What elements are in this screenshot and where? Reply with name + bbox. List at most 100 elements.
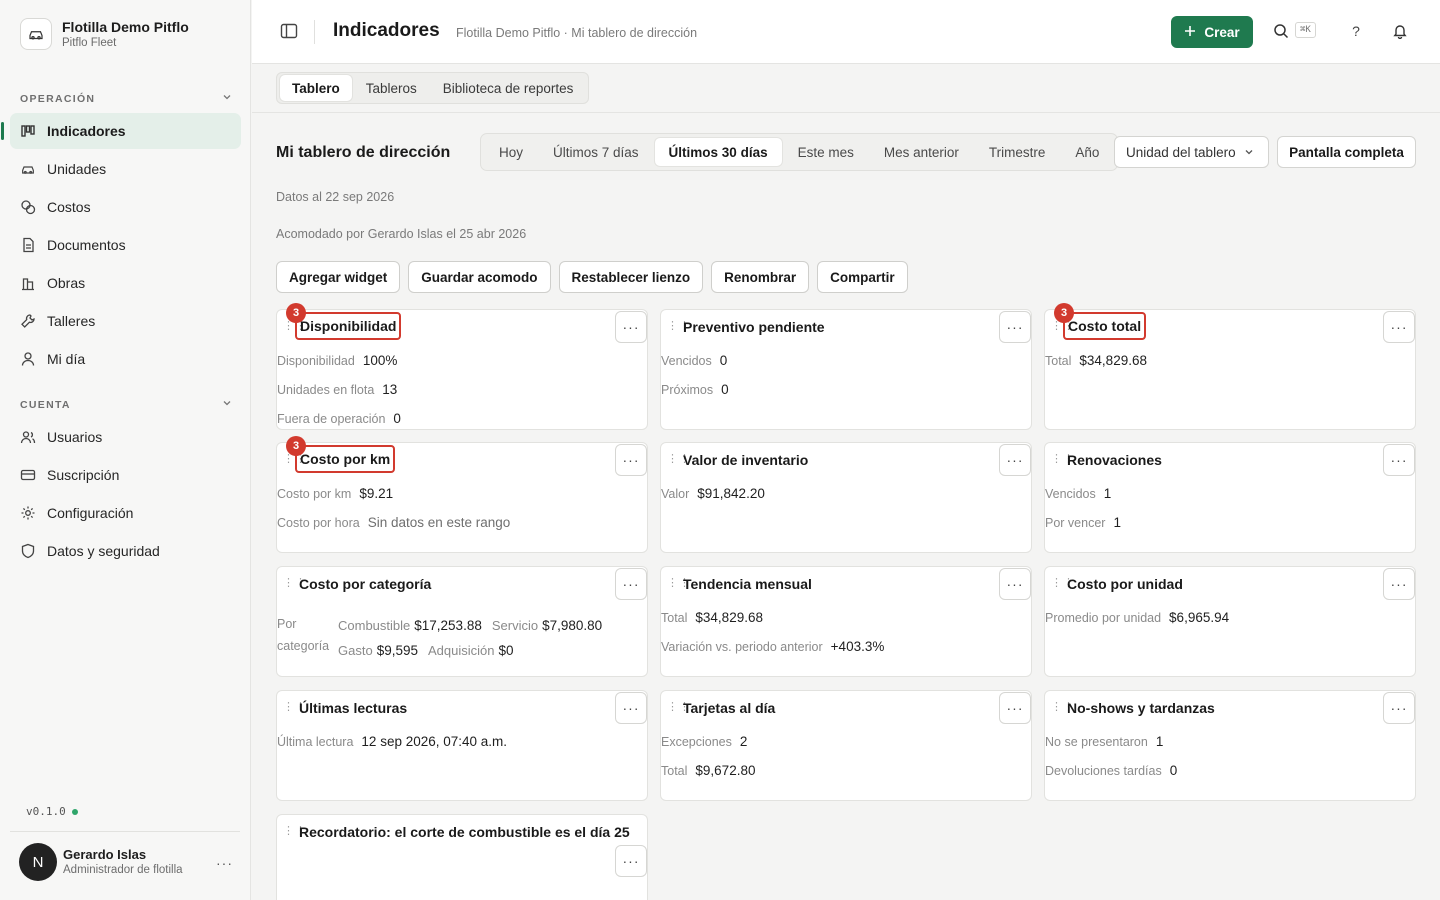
sidebar-item-usuarios[interactable]: Usuarios <box>10 419 241 455</box>
metric-row: Última lectura 12 sep 2026, 07:40 a.m. <box>277 734 507 749</box>
drag-handle-icon[interactable]: ⋮⋮ <box>283 454 306 465</box>
sidebar: Flotilla Demo Pitflo Pitflo Fleet OPERAC… <box>0 0 251 900</box>
more-icon[interactable]: ··· <box>216 855 233 871</box>
metric-value: +403.3% <box>830 639 885 654</box>
sidebar-item-suscripcion[interactable]: Suscripción <box>10 457 241 493</box>
more-icon[interactable]: ··· <box>615 845 647 877</box>
metric-row: Valor $91,842.20 <box>661 486 765 501</box>
more-icon[interactable]: ··· <box>1383 568 1415 600</box>
more-icon[interactable]: ··· <box>615 568 647 600</box>
section-operation[interactable]: OPERACIÓN <box>20 92 232 105</box>
tab-biblioteca-reportes[interactable]: Biblioteca de reportes <box>431 75 586 101</box>
save-layout-button[interactable]: Guardar acomodo <box>408 261 551 293</box>
widget-costo-categoria: ⋮⋮ Costo por categoría ··· Por categoría… <box>276 566 648 677</box>
range-este-mes[interactable]: Este mes <box>784 138 868 166</box>
page-title: Indicadores <box>333 20 440 41</box>
org-switcher[interactable]: Flotilla Demo Pitflo Pitflo Fleet <box>20 18 189 50</box>
more-icon[interactable]: ··· <box>1383 444 1415 476</box>
sidebar-item-datos-seguridad[interactable]: Datos y seguridad <box>10 533 241 569</box>
gear-icon <box>20 505 36 521</box>
drag-handle-icon[interactable]: ⋮⋮ <box>283 578 306 589</box>
range-trimestre[interactable]: Trimestre <box>975 138 1060 166</box>
building-icon <box>20 275 36 291</box>
metric-row: Vencidos 0 <box>661 353 727 368</box>
car-icon <box>20 161 36 177</box>
metric-label: Por vencer <box>1045 516 1106 530</box>
metric-row: No se presentaron 1 <box>1045 734 1163 749</box>
drag-handle-icon[interactable]: ⋮⋮ <box>1051 321 1074 332</box>
metric-label: Promedio por unidad <box>1045 611 1162 625</box>
tab-tableros[interactable]: Tableros <box>354 75 429 101</box>
metric-row: Total $34,829.68 <box>661 610 763 625</box>
drag-handle-icon[interactable]: ⋮⋮ <box>283 826 306 837</box>
more-icon[interactable]: ··· <box>615 692 647 724</box>
view-tabs: Tablero Tableros Biblioteca de reportes <box>276 72 590 104</box>
sidebar-toggle-icon[interactable] <box>280 22 300 42</box>
widget-costo-km: ⋮⋮ 3 Costo por km ··· Costo por km $9.21 … <box>276 436 648 553</box>
widget-tarjetas: ⋮⋮ Tarjetas al día ··· Excepciones 2 Tota… <box>660 690 1032 801</box>
sidebar-item-costos[interactable]: Costos <box>10 189 241 225</box>
drag-handle-icon[interactable]: ⋮⋮ <box>667 321 690 332</box>
marker-badge: 3 <box>286 303 306 323</box>
widget-renovaciones: ⋮⋮ Renovaciones ··· Vencidos 1 Por vencer… <box>1044 442 1416 553</box>
metric-value: $9,672.80 <box>695 763 756 778</box>
drag-handle-icon[interactable]: ⋮⋮ <box>667 702 690 713</box>
metric-label: Total <box>661 611 688 625</box>
unit-select-value: Unidad del tablero <box>1126 144 1236 160</box>
more-icon[interactable]: ··· <box>999 311 1031 343</box>
more-icon[interactable]: ··· <box>999 692 1031 724</box>
range-30-dias[interactable]: Últimos 30 días <box>654 138 782 166</box>
drag-handle-icon[interactable]: ⋮⋮ <box>283 702 306 713</box>
more-icon[interactable]: ··· <box>1383 692 1415 724</box>
car-icon <box>20 18 52 50</box>
range-ano[interactable]: Año <box>1061 138 1113 166</box>
sidebar-item-label: Configuración <box>47 505 134 521</box>
sidebar-item-talleres[interactable]: Talleres <box>10 303 241 339</box>
add-widget-button[interactable]: Agregar widget <box>276 261 401 293</box>
drag-handle-icon[interactable]: ⋮⋮ <box>667 454 690 465</box>
metric-value: Sin datos en este rango <box>367 515 511 530</box>
user-menu[interactable]: N Gerardo Islas Administrador de flotill… <box>19 843 239 881</box>
share-button[interactable]: Compartir <box>817 261 908 293</box>
sidebar-item-mi-dia[interactable]: Mi día <box>10 341 241 377</box>
range-hoy[interactable]: Hoy <box>485 138 537 166</box>
widget-title: Tendencia mensual <box>683 576 812 592</box>
rename-button[interactable]: Renombrar <box>711 261 810 293</box>
create-button[interactable]: Crear <box>1171 16 1253 48</box>
more-icon[interactable]: ··· <box>615 311 647 343</box>
help-icon[interactable]: ? <box>1347 22 1365 40</box>
more-icon[interactable]: ··· <box>999 444 1031 476</box>
sidebar-item-unidades[interactable]: Unidades <box>10 151 241 187</box>
sidebar-item-label: Documentos <box>47 237 126 253</box>
more-icon[interactable]: ··· <box>1383 311 1415 343</box>
drag-handle-icon[interactable]: ⋮⋮ <box>283 321 306 332</box>
sidebar-item-configuracion[interactable]: Configuración <box>10 495 241 531</box>
section-account[interactable]: CUENTA <box>20 398 232 411</box>
category-value: $9,595 <box>376 643 418 658</box>
drag-handle-icon[interactable]: ⋮⋮ <box>667 578 690 589</box>
range-mes-anterior[interactable]: Mes anterior <box>870 138 973 166</box>
drag-handle-icon[interactable]: ⋮⋮ <box>1051 702 1074 713</box>
more-icon[interactable]: ··· <box>999 568 1031 600</box>
metric-value: 100% <box>362 353 398 368</box>
search-icon[interactable] <box>1272 22 1290 40</box>
tab-tablero[interactable]: Tablero <box>280 75 352 101</box>
category-label: Servicio <box>491 618 539 633</box>
bell-icon[interactable] <box>1391 22 1409 40</box>
avatar: N <box>19 843 57 881</box>
sidebar-item-documentos[interactable]: Documentos <box>10 227 241 263</box>
widget-title: Disponibilidad <box>295 312 402 340</box>
range-7-dias[interactable]: Últimos 7 días <box>539 138 653 166</box>
fullscreen-button[interactable]: Pantalla completa <box>1277 136 1416 168</box>
sidebar-item-obras[interactable]: Obras <box>10 265 241 301</box>
reset-canvas-button[interactable]: Restablecer lienzo <box>558 261 704 293</box>
unit-select[interactable]: Unidad del tablero <box>1114 136 1269 168</box>
drag-handle-icon[interactable]: ⋮⋮ <box>1051 578 1074 589</box>
dashboard-title: Mi tablero de dirección <box>276 144 451 161</box>
widget-recordatorio: ⋮⋮ Recordatorio: el corte de combustible… <box>276 814 648 900</box>
sidebar-item-label: Mi día <box>47 351 86 367</box>
drag-handle-icon[interactable]: ⋮⋮ <box>1051 454 1074 465</box>
metric-label: Última lectura <box>277 735 354 749</box>
sidebar-item-indicadores[interactable]: Indicadores <box>1 113 241 149</box>
more-icon[interactable]: ··· <box>615 444 647 476</box>
